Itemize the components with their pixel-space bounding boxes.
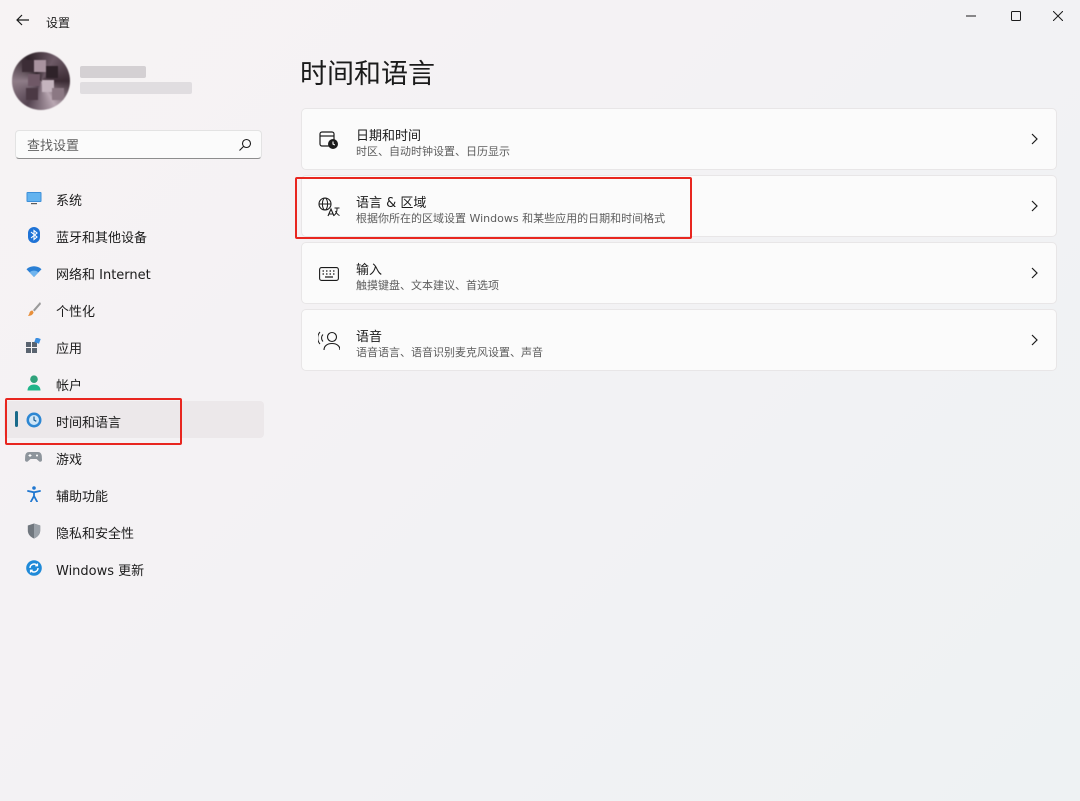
maximize-button[interactable] [993, 0, 1039, 32]
sidebar-item-gaming[interactable]: 游戏 [4, 438, 264, 475]
avatar[interactable] [12, 52, 70, 110]
sidebar-item-label: 蓝牙和其他设备 [56, 231, 148, 246]
selection-indicator [15, 411, 18, 427]
windows-update-icon [25, 559, 42, 576]
card-title: 输入 [356, 263, 383, 278]
sidebar-item-label: 个性化 [56, 305, 96, 320]
chevron-right-icon [1031, 334, 1038, 346]
chevron-right-icon [1031, 133, 1038, 145]
sidebar-nav: 系统 蓝牙和其他设备 网络和 Internet 个性化 应用 帐户 时间和语言 … [4, 179, 264, 586]
sidebar-item-label: 帐户 [56, 379, 83, 394]
close-button[interactable] [1035, 0, 1080, 32]
account-info-blurred [80, 64, 192, 98]
language-region-icon [318, 197, 340, 217]
sidebar-item-bluetooth[interactable]: 蓝牙和其他设备 [4, 216, 264, 253]
sidebar-item-label: 应用 [56, 342, 83, 357]
sidebar-item-personalization[interactable]: 个性化 [4, 290, 264, 327]
card-subtitle: 触摸键盘、文本建议、首选项 [356, 279, 499, 292]
sidebar-item-time-language[interactable]: 时间和语言 [4, 401, 264, 438]
speech-icon [318, 331, 340, 351]
sidebar-item-system[interactable]: 系统 [4, 179, 264, 216]
wifi-icon [25, 263, 42, 280]
close-icon [1053, 11, 1063, 21]
bluetooth-icon [25, 226, 42, 243]
sidebar-item-label: 系统 [56, 194, 83, 209]
sidebar-item-label: 辅助功能 [56, 490, 109, 505]
page-title: 时间和语言 [300, 59, 435, 90]
card-subtitle: 语音语言、语音识别麦克风设置、声音 [356, 346, 543, 359]
gamepad-icon [25, 448, 42, 465]
card-date-time[interactable]: 日期和时间 时区、自动时钟设置、日历显示 [301, 108, 1057, 170]
accessibility-icon [25, 485, 42, 502]
globe-clock-icon [25, 411, 42, 428]
card-subtitle: 时区、自动时钟设置、日历显示 [356, 145, 510, 158]
shield-icon [25, 522, 42, 539]
keyboard-icon [318, 264, 340, 284]
sidebar-item-windows-update[interactable]: Windows 更新 [4, 549, 264, 586]
card-title: 语音 [356, 330, 383, 345]
sidebar-item-label: Windows 更新 [56, 564, 145, 579]
person-icon [25, 374, 42, 391]
title-bar: 设置 [0, 0, 1080, 40]
sidebar-item-accounts[interactable]: 帐户 [4, 364, 264, 401]
maximize-icon [1011, 11, 1021, 21]
card-language-region[interactable]: 语言 & 区域 根据你所在的区域设置 Windows 和某些应用的日期和时间格式 [301, 175, 1057, 237]
settings-card-list: 日期和时间 时区、自动时钟设置、日历显示 语言 & 区域 根据你所在的区域设置 … [301, 108, 1057, 376]
search-box[interactable] [15, 130, 262, 159]
sidebar-item-label: 隐私和安全性 [56, 527, 135, 542]
minimize-button[interactable] [948, 0, 994, 32]
card-subtitle: 根据你所在的区域设置 Windows 和某些应用的日期和时间格式 [356, 212, 666, 225]
brush-icon [25, 300, 42, 317]
app-title: 设置 [46, 16, 71, 30]
chevron-right-icon [1031, 200, 1038, 212]
card-title: 日期和时间 [356, 129, 422, 144]
back-arrow-icon [16, 14, 29, 26]
apps-icon [25, 337, 42, 354]
search-input[interactable] [25, 135, 234, 157]
card-title: 语言 & 区域 [356, 196, 427, 211]
sidebar-item-label: 网络和 Internet [56, 268, 151, 283]
monitor-icon [25, 189, 42, 206]
search-icon[interactable] [237, 137, 253, 153]
sidebar-item-apps[interactable]: 应用 [4, 327, 264, 364]
sidebar-item-accessibility[interactable]: 辅助功能 [4, 475, 264, 512]
card-typing[interactable]: 输入 触摸键盘、文本建议、首选项 [301, 242, 1057, 304]
chevron-right-icon [1031, 267, 1038, 279]
calendar-clock-icon [318, 130, 340, 150]
sidebar-item-label: 时间和语言 [56, 416, 122, 431]
sidebar-item-label: 游戏 [56, 453, 83, 468]
minimize-icon [966, 15, 976, 17]
sidebar-item-network[interactable]: 网络和 Internet [4, 253, 264, 290]
back-button[interactable] [12, 8, 34, 32]
card-speech[interactable]: 语音 语音语言、语音识别麦克风设置、声音 [301, 309, 1057, 371]
sidebar-item-privacy-security[interactable]: 隐私和安全性 [4, 512, 264, 549]
